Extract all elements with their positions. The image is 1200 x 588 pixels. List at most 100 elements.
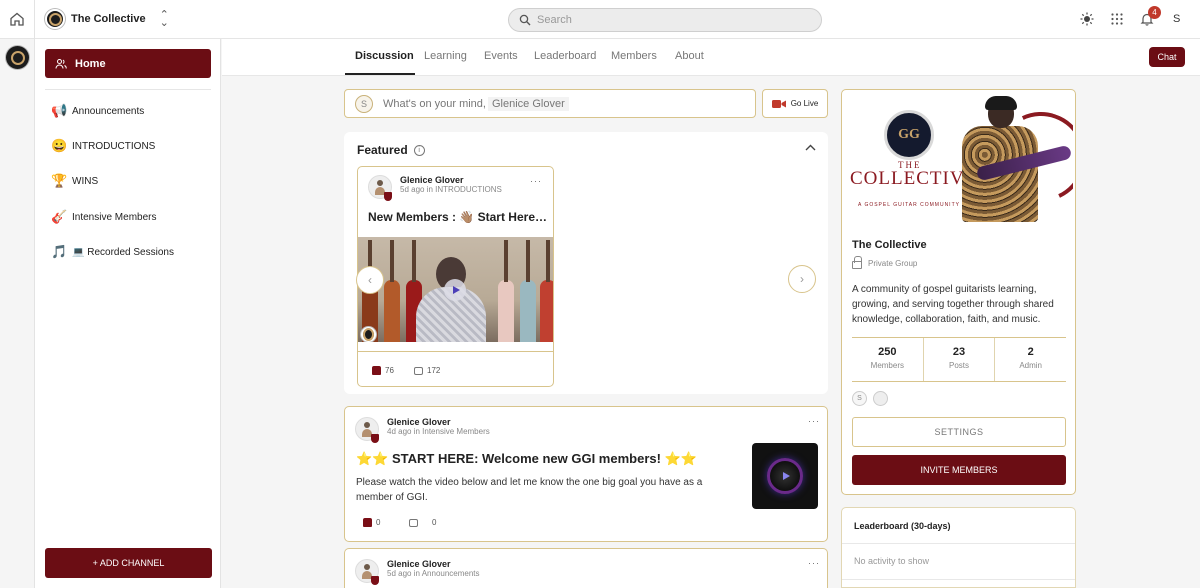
chevron-up-icon[interactable]	[805, 144, 816, 151]
author-avatar[interactable]	[368, 175, 392, 201]
group-info-card: GG THE COLLECTIVE A GOSPEL GUITAR COMMUN…	[841, 89, 1076, 495]
invite-members-button[interactable]: INVITE MEMBERS	[852, 455, 1066, 485]
post-card[interactable]: Glenice Glover 4d ago in Intensive Membe…	[344, 406, 828, 542]
avatar: S	[355, 94, 373, 113]
thumbs-up-icon	[363, 518, 372, 527]
divider	[45, 89, 211, 90]
more-options-icon[interactable]: ···	[530, 176, 542, 186]
post-title: ⭐⭐ START HERE: Welcome new GGI members! …	[356, 451, 697, 466]
featured-post-title: New Members : 👋🏽 Start Here…	[368, 210, 547, 224]
thumbs-up-icon	[372, 366, 381, 375]
more-options-icon[interactable]: ···	[808, 416, 820, 426]
add-channel-button[interactable]: + ADD CHANNEL	[45, 548, 212, 578]
divider	[842, 543, 1075, 544]
chevron-updown-icon: ⌃ ⌄	[159, 9, 169, 29]
sun-icon[interactable]	[1080, 12, 1094, 26]
like-button[interactable]: 76	[372, 366, 394, 375]
post-meta: 4d ago in Intensive Members	[387, 427, 490, 436]
comment-count: 172	[427, 366, 441, 375]
smiley-icon: 😀	[51, 138, 68, 153]
comment-icon	[409, 518, 418, 527]
video-camera-icon	[771, 99, 786, 108]
search-input[interactable]	[537, 14, 797, 26]
watermark-logo	[361, 327, 376, 342]
admin-shield-icon	[371, 434, 379, 443]
community-switcher[interactable]: The Collective ⌃ ⌄	[45, 9, 169, 29]
tab-leaderboard[interactable]: Leaderboard	[534, 50, 596, 62]
group-privacy: Private Group	[852, 256, 917, 269]
author-name[interactable]: Glenice Glover	[387, 559, 480, 569]
author-name[interactable]: Glenice Glover	[387, 417, 490, 427]
stat-admin[interactable]: 2 Admin	[995, 338, 1066, 381]
guitar-image	[540, 240, 553, 342]
guitar-image	[384, 240, 400, 342]
search-bar[interactable]	[508, 8, 822, 32]
member-avatars: S	[852, 391, 888, 406]
tab-learning[interactable]: Learning	[424, 50, 467, 62]
play-icon[interactable]	[444, 279, 466, 301]
tab-events[interactable]: Events	[484, 50, 518, 62]
group-seal-logo: GG	[884, 110, 934, 160]
lock-icon	[852, 256, 862, 269]
search-icon	[519, 14, 531, 26]
sidebar-item-label: Intensive Members	[72, 211, 157, 223]
featured-post-card[interactable]: Glenice Glover 5d ago in INTRODUCTIONS ·…	[357, 166, 554, 387]
comment-button[interactable]: 0	[409, 518, 436, 527]
play-icon[interactable]	[767, 458, 803, 494]
stat-posts[interactable]: 23 Posts	[924, 338, 996, 381]
post-body: Please watch the video below and let me …	[356, 477, 703, 503]
stat-members[interactable]: 250 Members	[852, 338, 924, 381]
post-composer[interactable]: S What's on your mind, Glenice Glover	[344, 89, 756, 118]
apps-grid-icon[interactable]	[1110, 12, 1124, 26]
sidebar-item-label: INTRODUCTIONS	[72, 140, 156, 152]
settings-button[interactable]: SETTINGS	[852, 417, 1066, 447]
sidebar-item-wins[interactable]: 🏆 WINS	[51, 173, 98, 189]
sidebar-item-recorded-sessions[interactable]: 🎵 💻 Recorded Sessions	[51, 244, 174, 260]
tab-about[interactable]: About	[675, 50, 704, 62]
avatar[interactable]	[873, 391, 888, 406]
music-note-lock-icon: 🎵	[51, 244, 68, 259]
group-stats: 250 Members 23 Posts 2 Admin	[852, 337, 1066, 382]
like-count: 76	[385, 366, 394, 375]
video-thumbnail[interactable]	[358, 237, 553, 342]
notification-badge: 4	[1148, 6, 1161, 19]
rail-community-logo[interactable]	[6, 46, 29, 69]
info-icon[interactable]: i	[413, 144, 425, 156]
leaderboard-empty-state: No activity to show	[854, 556, 930, 566]
community-name: The Collective	[71, 13, 146, 25]
guitar-lock-icon: 🎸	[51, 209, 68, 224]
post-card[interactable]: Glenice Glover 5d ago in Announcements ·…	[344, 548, 828, 588]
home-icon[interactable]	[9, 11, 25, 27]
active-tab-indicator	[345, 73, 415, 75]
sidebar-item-intensive-members[interactable]: 🎸 Intensive Members	[51, 209, 156, 225]
sidebar-item-label: WINS	[72, 175, 99, 187]
like-button[interactable]: 0	[363, 518, 380, 527]
sidebar-item-label: Home	[75, 57, 106, 70]
tab-discussion[interactable]: Discussion	[355, 50, 414, 62]
carousel-prev-button[interactable]: ‹	[356, 266, 384, 294]
go-live-button[interactable]: Go Live	[762, 89, 828, 118]
author-avatar[interactable]	[355, 417, 379, 443]
featured-title: Featured i	[357, 143, 425, 157]
composer-user-name: Glenice Glover	[487, 96, 569, 111]
author-name[interactable]: Glenice Glover	[400, 175, 502, 185]
comment-button[interactable]: 172	[414, 366, 440, 375]
avatar[interactable]: S	[852, 391, 867, 406]
sidebar-item-home[interactable]: Home	[45, 49, 211, 78]
tab-members[interactable]: Members	[611, 50, 657, 62]
featured-section: Featured i Glenice Glover 5d ago in INTR…	[344, 132, 828, 394]
video-thumbnail[interactable]	[752, 443, 818, 509]
comment-count: 0	[432, 518, 437, 527]
carousel-next-button[interactable]: ›	[788, 265, 816, 293]
composer-prompt: What's on your mind, Glenice Glover	[383, 96, 569, 111]
community-logo	[45, 9, 65, 29]
guitar-image	[498, 240, 514, 342]
trophy-icon: 🏆	[51, 173, 68, 188]
sidebar-item-announcements[interactable]: 📢 Announcements	[51, 103, 144, 119]
more-options-icon[interactable]: ···	[808, 558, 820, 568]
author-avatar[interactable]	[355, 559, 379, 585]
sidebar-item-introductions[interactable]: 😀 INTRODUCTIONS	[51, 138, 155, 154]
chat-button[interactable]: Chat	[1149, 47, 1185, 67]
leaderboard-title: Leaderboard (30-days)	[854, 521, 951, 531]
user-avatar[interactable]: S	[1173, 13, 1180, 25]
